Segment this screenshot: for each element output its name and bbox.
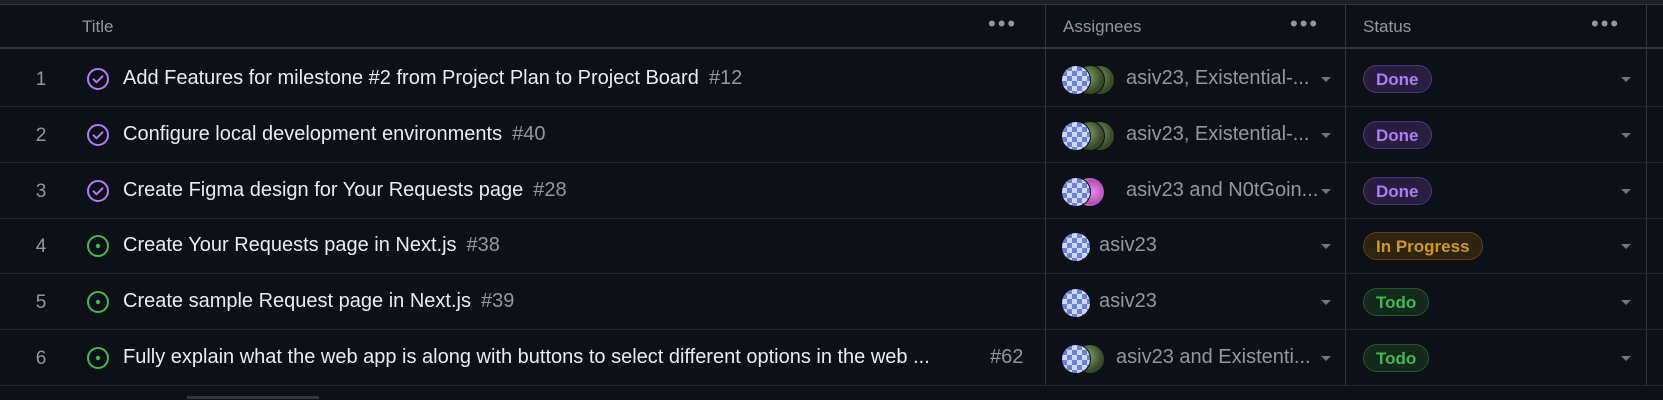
- assignees-dropdown-icon[interactable]: [1321, 189, 1331, 194]
- assignee-names[interactable]: asiv23, Existential-...: [1126, 123, 1309, 146]
- assignee-avatars: [1061, 65, 1121, 95]
- assignee-avatars: [1061, 177, 1121, 207]
- table-header: Title ••• Assignees ••• Status •••: [0, 5, 1663, 49]
- row-index: 6: [35, 348, 47, 369]
- assignee-names[interactable]: asiv23: [1099, 290, 1157, 313]
- issue-title: Create Figma design for Your Requests pa…: [123, 179, 524, 201]
- avatar: [1061, 121, 1091, 151]
- assignees-column-menu-icon[interactable]: •••: [1290, 13, 1319, 35]
- project-table: Title ••• Assignees ••• Status ••• 1 Add…: [0, 0, 1663, 400]
- avatar: [1061, 177, 1091, 207]
- status-column-menu-icon[interactable]: •••: [1591, 13, 1620, 35]
- status-dropdown-icon[interactable]: [1621, 356, 1631, 361]
- column-header-title[interactable]: Title •••: [64, 5, 1044, 49]
- issue-number: #62: [990, 346, 1024, 368]
- status-badge[interactable]: Todo: [1363, 288, 1430, 316]
- assignee-avatars: [1061, 121, 1121, 151]
- closed-issue-icon: [87, 124, 109, 146]
- issue-title: Configure local development environments: [123, 123, 503, 145]
- issue-title-link[interactable]: Create sample Request page in Next.js #39: [123, 290, 514, 313]
- status-badge[interactable]: Todo: [1363, 344, 1430, 372]
- table-row[interactable]: 6 Fully explain what the web app is alon…: [0, 331, 1663, 386]
- column-header-status[interactable]: Status •••: [1345, 5, 1645, 49]
- issue-title-link[interactable]: Fully explain what the web app is along …: [123, 346, 930, 369]
- table-row[interactable]: 5 Create sample Request page in Next.js #…: [0, 275, 1663, 330]
- avatar: [1061, 344, 1091, 374]
- assignees-dropdown-icon[interactable]: [1321, 77, 1331, 82]
- issue-number: #40: [512, 123, 546, 145]
- assignee-names[interactable]: asiv23: [1099, 234, 1157, 257]
- column-assignees-label: Assignees: [1063, 17, 1142, 36]
- issue-title-link[interactable]: Create Figma design for Your Requests pa…: [123, 179, 567, 202]
- status-dropdown-icon[interactable]: [1621, 300, 1631, 305]
- status-dropdown-icon[interactable]: [1621, 133, 1631, 138]
- assignee-names[interactable]: asiv23 and Existenti...: [1116, 346, 1311, 369]
- status-badge[interactable]: Done: [1363, 121, 1432, 149]
- open-issue-icon: [87, 347, 109, 369]
- assignees-dropdown-icon[interactable]: [1321, 244, 1331, 249]
- row-index: 2: [35, 125, 47, 146]
- issue-title: Fully explain what the web app is along …: [123, 346, 930, 368]
- closed-issue-icon: [87, 180, 109, 202]
- assignee-names[interactable]: asiv23, Existential-...: [1126, 67, 1309, 90]
- row-index: 4: [35, 236, 47, 257]
- avatar: [1061, 288, 1091, 318]
- issue-number: #38: [466, 234, 500, 256]
- title-column-menu-icon[interactable]: •••: [988, 13, 1017, 35]
- closed-issue-icon: [87, 68, 109, 90]
- row-index: 5: [35, 292, 47, 313]
- column-title-label: Title: [82, 17, 114, 36]
- avatar: [1061, 232, 1091, 262]
- row-index: 3: [35, 181, 47, 202]
- issue-title: Create sample Request page in Next.js: [123, 290, 471, 312]
- assignees-dropdown-icon[interactable]: [1321, 300, 1331, 305]
- issue-title-link[interactable]: Configure local development environments…: [123, 123, 545, 146]
- column-header-assignees[interactable]: Assignees •••: [1045, 5, 1345, 49]
- horizontal-scrollbar-thumb[interactable]: [187, 396, 319, 399]
- assignees-dropdown-icon[interactable]: [1321, 133, 1331, 138]
- table-row[interactable]: 2 Configure local development environmen…: [0, 108, 1663, 163]
- status-badge[interactable]: In Progress: [1363, 232, 1483, 260]
- assignee-avatars: [1061, 344, 1121, 374]
- status-badge[interactable]: Done: [1363, 177, 1432, 205]
- issue-title-link[interactable]: Add Features for milestone #2 from Proje…: [123, 67, 742, 90]
- issue-number: #28: [533, 179, 567, 201]
- open-issue-icon: [87, 291, 109, 313]
- status-badge[interactable]: Done: [1363, 65, 1432, 93]
- status-dropdown-icon[interactable]: [1621, 244, 1631, 249]
- status-dropdown-icon[interactable]: [1621, 77, 1631, 82]
- issue-number: #12: [708, 67, 743, 89]
- issue-number: #39: [480, 290, 515, 312]
- avatar: [1061, 65, 1091, 95]
- status-dropdown-icon[interactable]: [1621, 189, 1631, 194]
- table-row[interactable]: 4 Create Your Requests page in Next.js #3…: [0, 219, 1663, 274]
- assignees-dropdown-icon[interactable]: [1321, 356, 1331, 361]
- assignee-names[interactable]: asiv23 and N0tGoin...: [1126, 179, 1318, 202]
- issue-title-link[interactable]: Create Your Requests page in Next.js #38: [123, 234, 500, 257]
- issue-title: Add Features for milestone #2 from Proje…: [123, 67, 699, 89]
- row-index: 1: [35, 69, 47, 90]
- table-row[interactable]: 1 Add Features for milestone #2 from Pro…: [0, 52, 1663, 107]
- open-issue-icon: [87, 235, 109, 257]
- column-status-label: Status: [1363, 17, 1412, 36]
- table-row[interactable]: 3 Create Figma design for Your Requests …: [0, 164, 1663, 219]
- issue-title: Create Your Requests page in Next.js: [123, 234, 457, 256]
